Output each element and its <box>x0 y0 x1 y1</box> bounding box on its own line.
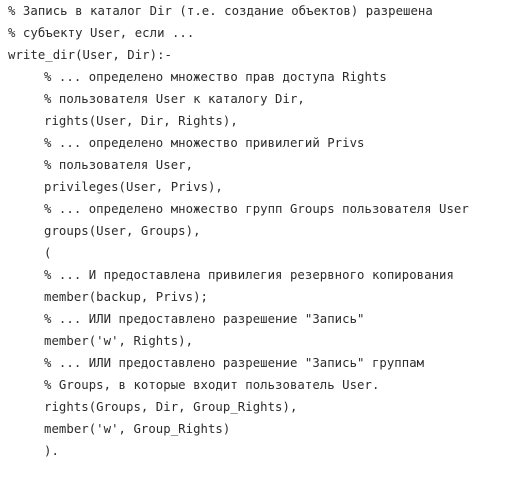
code-comment-line: % ... определено множество групп Groups … <box>44 202 469 216</box>
code-line: member('w', Rights), <box>44 334 194 348</box>
code-line: member(backup, Privs); <box>44 290 208 304</box>
code-comment-line: % ... определено множество привилегий Pr… <box>44 136 365 150</box>
code-comment-line: % пользователя User к каталогу Dir, <box>44 92 305 106</box>
code-line: write_dir(User, Dir):- <box>8 48 172 62</box>
code-comment-line: % ... ИЛИ предоставлено разрешение "Запи… <box>44 312 365 326</box>
code-comment-line: % Запись в каталог Dir (т.е. создание об… <box>8 4 433 18</box>
code-comment-line: % Groups, в которые входит пользователь … <box>44 378 380 392</box>
code-comment-line: % субъекту User, если ... <box>8 26 195 40</box>
code-listing: % Запись в каталог Dir (т.е. создание об… <box>0 0 532 500</box>
code-line: rights(Groups, Dir, Group_Rights), <box>44 400 298 414</box>
code-line: ( <box>44 246 52 260</box>
code-comment-line: % пользователя User, <box>44 158 194 172</box>
code-line: ). <box>44 444 59 458</box>
code-line: privileges(User, Privs), <box>44 180 223 194</box>
code-comment-line: % ... И предоставлена привилегия резервн… <box>44 268 454 282</box>
code-line: member('w', Group_Rights) <box>44 422 231 436</box>
code-comment-line: % ... ИЛИ предоставлено разрешение "Запи… <box>44 356 425 370</box>
code-line: rights(User, Dir, Rights), <box>44 114 238 128</box>
code-line: groups(User, Groups), <box>44 224 201 238</box>
code-comment-line: % ... определено множество прав доступа … <box>44 70 387 84</box>
